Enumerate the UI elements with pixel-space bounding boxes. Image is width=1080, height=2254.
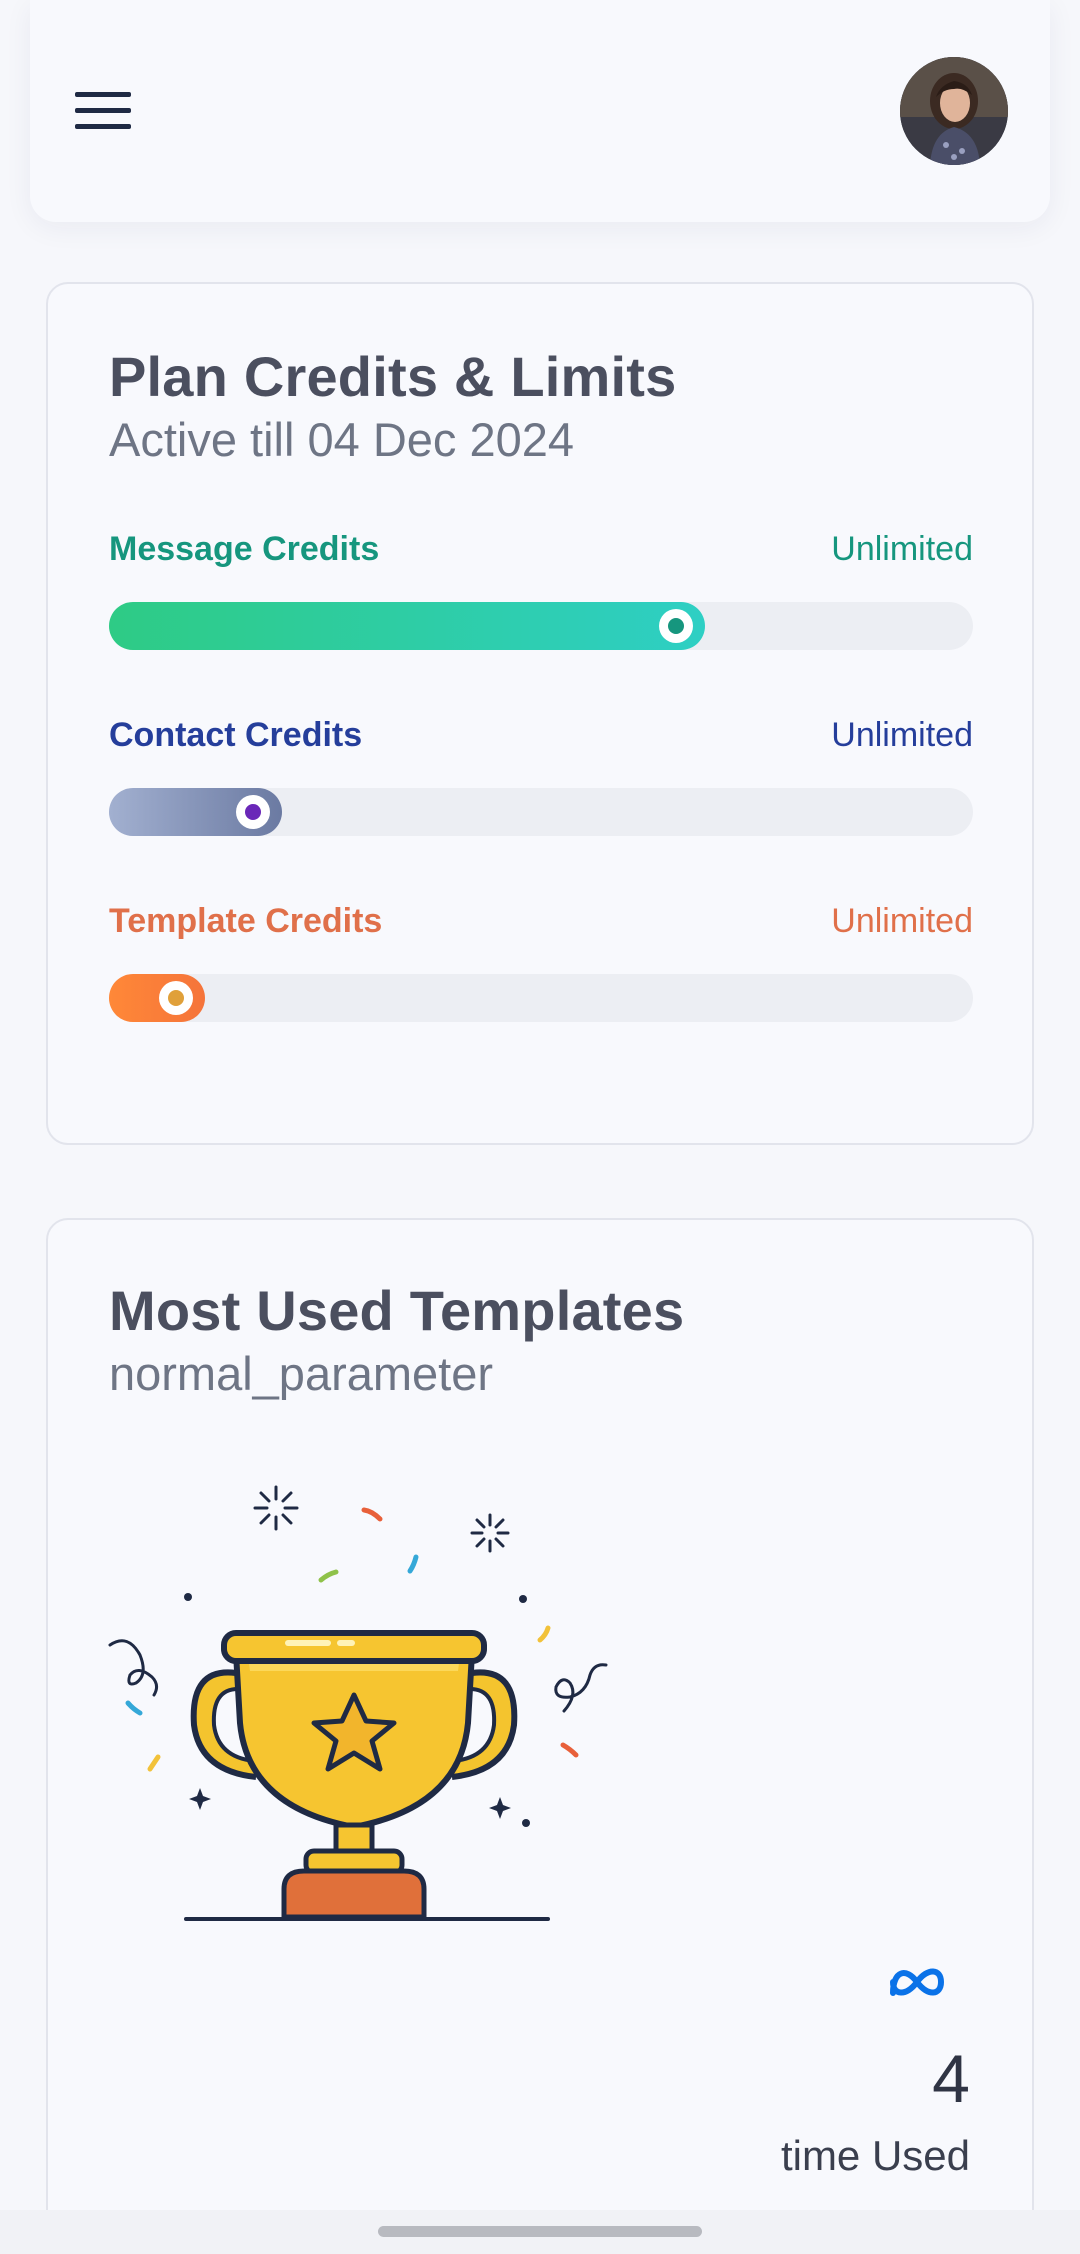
plan-title: Plan Credits & Limits — [109, 345, 677, 408]
templates-title: Most Used Templates — [109, 1279, 685, 1342]
credit-progress-track — [109, 788, 973, 836]
plan-credits-card: Plan Credits & Limits Active till 04 Dec… — [46, 282, 1034, 1145]
usage-count-label: time Used — [780, 2132, 970, 2179]
credit-progress-knob[interactable] — [236, 795, 270, 829]
home-indicator[interactable] — [378, 2226, 702, 2237]
credit-progress-track — [109, 602, 973, 650]
usage-count: 4 — [932, 2041, 970, 2117]
credit-progress-knob[interactable] — [659, 609, 693, 643]
meta-icon — [890, 1968, 945, 1996]
hamburger-icon[interactable] — [75, 91, 131, 131]
avatar[interactable] — [900, 57, 1008, 165]
credit-progress-track — [109, 974, 973, 1022]
trophy-illustration — [108, 1485, 608, 1921]
credit-value: Unlimited — [831, 530, 973, 568]
page: Plan Credits & Limits Active till 04 Dec… — [0, 0, 1080, 2254]
credit-label: Template Credits — [109, 902, 383, 940]
top-bar — [30, 0, 1050, 222]
templates-subtitle: normal_parameter — [109, 1347, 494, 1400]
credit-label: Contact Credits — [109, 716, 363, 754]
credit-progress-knob[interactable] — [159, 981, 193, 1015]
credit-value: Unlimited — [831, 902, 973, 940]
credit-value: Unlimited — [831, 716, 973, 754]
most-used-templates-card: Most Used Templates normal_parameter 4 t… — [46, 1218, 1034, 2254]
credit-label: Message Credits — [109, 530, 380, 568]
plan-subtitle: Active till 04 Dec 2024 — [109, 413, 575, 466]
credit-progress-fill — [109, 602, 705, 650]
